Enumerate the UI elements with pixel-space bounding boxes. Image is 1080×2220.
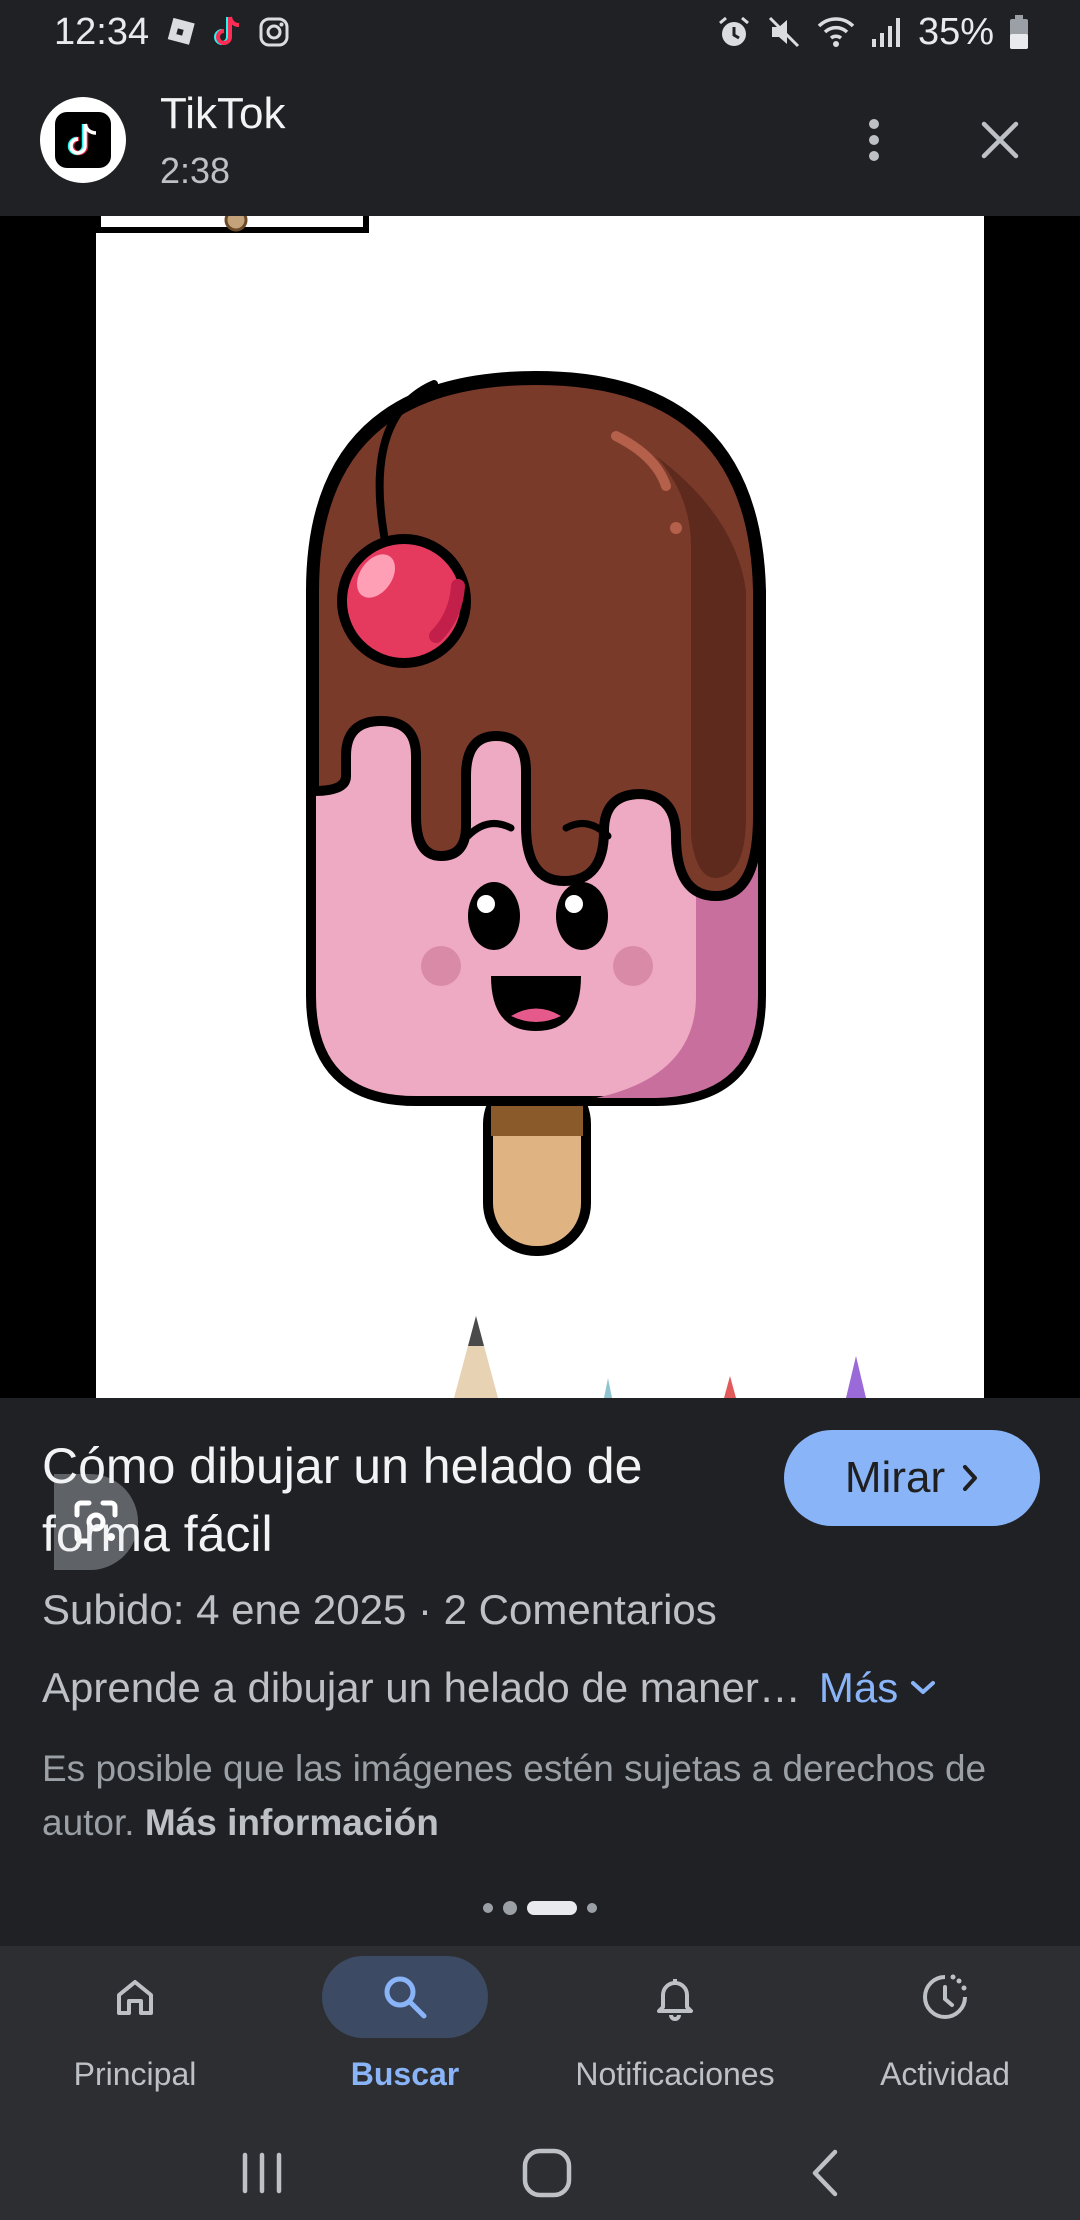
carousel-dots bbox=[0, 1901, 1080, 1915]
nav-pill bbox=[52, 1956, 218, 2038]
recents-button[interactable] bbox=[237, 2151, 287, 2200]
carousel-dot bbox=[483, 1903, 493, 1913]
nav-label: Actividad bbox=[880, 2056, 1010, 2092]
status-left: 12:34 bbox=[54, 11, 291, 54]
nav-item-notificaciones[interactable]: Notificaciones bbox=[540, 1956, 810, 2106]
nav-item-actividad[interactable]: Actividad bbox=[810, 1956, 1080, 2106]
home-circle-icon bbox=[522, 2148, 572, 2197]
popsicle-image bbox=[96, 216, 984, 1398]
roblox-icon bbox=[163, 15, 197, 49]
bottom-nav: Principal Buscar Notificaciones Activida… bbox=[0, 1946, 1080, 2220]
nav-pill bbox=[322, 1956, 488, 2038]
recents-icon bbox=[242, 2152, 282, 2193]
carousel-dot-active bbox=[527, 1901, 577, 1915]
nav-pill bbox=[862, 1956, 1028, 2038]
upload-meta: Subido: 4 ene 2025 · 2 Comentarios bbox=[42, 1586, 717, 1633]
nav-item-principal[interactable]: Principal bbox=[0, 1956, 270, 2106]
source-header: TikTok 2:38 bbox=[0, 64, 1080, 216]
tiktok-logo-icon bbox=[55, 112, 111, 168]
battery-icon bbox=[1008, 14, 1030, 50]
home-icon bbox=[117, 1980, 153, 2015]
more-vertical-icon bbox=[869, 119, 879, 161]
watch-button-label: Mirar bbox=[844, 1453, 946, 1502]
app-name: TikTok bbox=[160, 88, 286, 138]
nav-label: Buscar bbox=[350, 2056, 460, 2092]
nav-label: Notificaciones bbox=[575, 2056, 775, 2092]
alarm-icon bbox=[716, 14, 752, 50]
back-icon bbox=[812, 2149, 838, 2196]
carousel-dot bbox=[503, 1901, 517, 1915]
header-text: TikTok 2:38 bbox=[160, 88, 286, 193]
description-text: Aprende a dibujar un helado de maner… bbox=[42, 1664, 801, 1711]
close-button[interactable] bbox=[960, 100, 1040, 180]
system-nav-bar bbox=[0, 2130, 1080, 2220]
status-time: 12:34 bbox=[54, 10, 150, 53]
home-button[interactable] bbox=[521, 2147, 573, 2204]
nav-label: Principal bbox=[73, 2056, 197, 2092]
bell-icon bbox=[657, 1979, 693, 2021]
carousel-dot bbox=[587, 1903, 597, 1913]
close-icon bbox=[981, 121, 1019, 159]
instagram-icon bbox=[257, 15, 291, 49]
more-info-link[interactable]: Más información bbox=[145, 1802, 439, 1843]
search-icon bbox=[384, 1976, 427, 2019]
image-viewer[interactable] bbox=[0, 216, 1080, 1570]
battery-percent: 35% bbox=[917, 10, 994, 53]
description-row: Aprende a dibujar un helado de maner… Má… bbox=[42, 1664, 1038, 1712]
tiktok-icon bbox=[211, 14, 243, 50]
chevron-down-icon bbox=[911, 1681, 936, 1694]
mute-icon bbox=[766, 14, 802, 50]
signal-icon bbox=[870, 15, 904, 49]
chevron-right-icon bbox=[963, 1465, 978, 1491]
watch-button[interactable]: Mirar bbox=[784, 1430, 1040, 1526]
tiktok-avatar[interactable] bbox=[40, 97, 126, 183]
more-button[interactable]: Más bbox=[819, 1664, 936, 1712]
activity-icon bbox=[923, 1974, 967, 2019]
video-duration: 2:38 bbox=[160, 150, 231, 192]
back-button[interactable] bbox=[807, 2148, 843, 2203]
status-right: 35% bbox=[716, 11, 1030, 54]
status-bar: 12:34 35% bbox=[0, 0, 1080, 64]
copyright-notice: Es posible que las imágenes estén sujeta… bbox=[42, 1742, 1032, 1850]
more-label: Más bbox=[818, 1664, 899, 1711]
more-vertical-button[interactable] bbox=[834, 100, 914, 180]
nav-item-buscar[interactable]: Buscar bbox=[270, 1956, 540, 2106]
nav-pill bbox=[592, 1956, 758, 2038]
wifi-icon bbox=[816, 14, 856, 50]
result-title[interactable]: Cómo dibujar un helado de forma fácil bbox=[42, 1432, 762, 1568]
